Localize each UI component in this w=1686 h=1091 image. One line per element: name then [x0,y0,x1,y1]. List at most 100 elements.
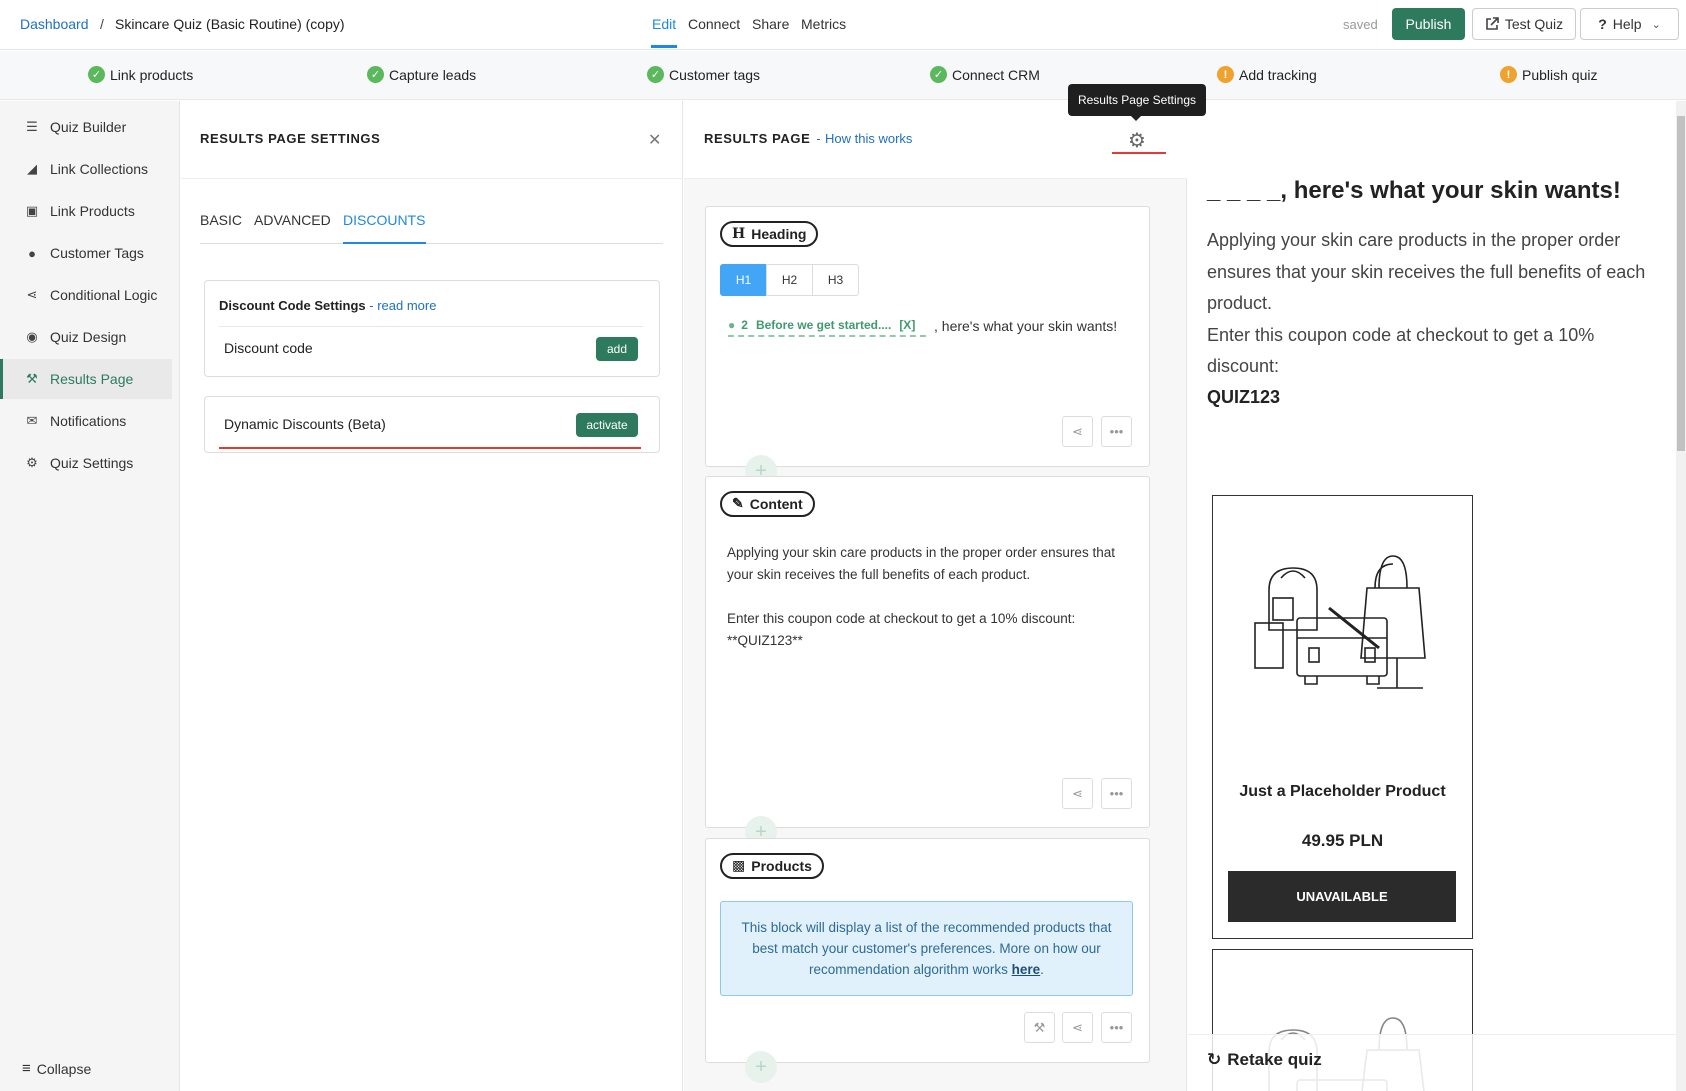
gear-icon[interactable]: ⚙ [1128,128,1146,153]
breadcrumb-dashboard-link[interactable]: Dashboard [20,16,89,32]
heading-level-h1[interactable]: H1 [720,264,767,296]
checklist-item-capture-leads[interactable]: ✓ Capture leads [367,66,476,83]
more-options-icon[interactable]: ••• [1101,1012,1132,1043]
sidebar-item-link-collections[interactable]: ◢ Link Collections [0,149,172,189]
publish-label: Publish [1405,16,1452,32]
tab-connect[interactable]: Connect [688,16,740,32]
dynamic-discounts-label: Dynamic Discounts (Beta) [224,416,386,432]
heading-level-h2[interactable]: H2 [766,264,813,296]
sidebar-item-notifications[interactable]: ✉ Notifications [0,401,172,441]
algorithm-info-link[interactable]: here [1012,962,1041,977]
gear-icon: ⚙ [26,455,38,470]
products-block-label: ▩ Products [720,853,824,879]
add-block-icon[interactable]: + [745,1051,777,1083]
sidebar-item-link-products[interactable]: ▣ Link Products [0,191,172,231]
close-icon[interactable]: ✕ [648,130,661,150]
activate-dynamic-discounts-button[interactable]: activate [576,413,638,437]
divider [219,326,643,327]
tab-advanced[interactable]: ADVANCED [254,212,331,228]
content-pill-text: Content [749,496,803,512]
checklist-item-customer-tags[interactable]: ✓ Customer tags [647,66,760,83]
sidebar-item-customer-tags[interactable]: ● Customer Tags [0,233,172,273]
sidebar-item-quiz-settings[interactable]: ⚙ Quiz Settings [0,443,172,483]
checklist-label: Link products [110,66,194,83]
products-pill-text: Products [751,858,812,874]
remove-variable-button[interactable]: [X] [899,318,915,332]
retake-quiz-button[interactable]: ↻ Retake quiz [1207,1050,1322,1070]
unavailable-button[interactable]: UNAVAILABLE [1228,871,1456,922]
quiz-title: Skincare Quiz (Basic Routine) (copy) [115,16,345,32]
heading-level-h3[interactable]: H3 [812,264,859,296]
tabs-baseline [200,243,663,244]
tab-basic[interactable]: BASIC [200,212,242,228]
how-this-works-link[interactable]: How this works [825,131,912,146]
products-info-box: This block will display a list of the re… [720,901,1133,996]
checklist-label: Capture leads [389,66,477,83]
test-quiz-button[interactable]: Test Quiz [1472,8,1576,40]
heading-icon: H [732,226,746,242]
checklist-label: Connect CRM [952,66,1040,83]
checklist-item-link-products[interactable]: ✓ Link products [88,66,193,83]
product-price: 49.95 PLN [1301,831,1384,850]
tab-discounts[interactable]: DISCOUNTS [343,212,425,228]
chevron-down-icon: ⌄ [1651,18,1661,31]
scrollbar-thumb[interactable] [1677,116,1685,451]
wrench-icon[interactable]: ⚒ [1024,1012,1055,1043]
product-name: Just a Placeholder Product [1239,783,1446,800]
tab-share[interactable]: Share [752,16,789,32]
read-more-link[interactable]: read more [377,298,436,313]
retake-quiz-label: Retake quiz [1227,1050,1322,1069]
checklist-item-connect-crm[interactable]: ✓ Connect CRM [930,66,1040,83]
check-circle-icon: ✓ [930,66,947,83]
more-options-icon[interactable]: ••• [1101,778,1132,809]
block-logic-icon[interactable]: ⋖ [1062,1012,1093,1043]
sidebar-item-label: Link Products [50,203,135,219]
user-icon: ● [28,245,36,261]
highlight-underline [219,447,641,449]
checklist-label: Customer tags [669,66,761,83]
answer-variable-chip[interactable]: ● 2 Before we get started.... [X] [728,318,926,337]
breadcrumb-separator: / [100,16,104,32]
publish-button[interactable]: Publish [1392,8,1465,40]
collapse-icon: ≡ [22,1060,31,1077]
sidebar-item-conditional-logic[interactable]: ⋖ Conditional Logic [0,275,172,315]
edit-icon: ✎ [732,496,744,512]
preview-content: Applying your skin care products in the … [1207,225,1662,383]
heading-pill-text: Heading [751,226,807,242]
envelope-icon: ✉ [26,413,38,428]
block-logic-icon[interactable]: ⋖ [1062,416,1093,447]
discount-code-label: Discount code [224,340,313,356]
help-button[interactable]: ? Help ⌄ [1580,8,1679,40]
heading-block-label: H Heading [720,221,819,247]
checklist-item-publish-quiz[interactable]: ! Publish quiz [1500,66,1598,83]
tab-metrics[interactable]: Metrics [801,16,846,32]
checklist-label: Publish quiz [1522,66,1598,83]
checklist-item-add-tracking[interactable]: ! Add tracking [1217,66,1317,83]
branch-icon: ⋖ [26,287,38,302]
droplet-icon: ◉ [26,329,38,344]
tooltip-arrow [1130,115,1142,121]
sidebar-item-quiz-design[interactable]: ◉ Quiz Design [0,317,172,357]
product-image [1254,555,1426,689]
warning-circle-icon: ! [1500,66,1517,83]
sidebar-item-quiz-builder[interactable]: ☰ Quiz Builder [0,107,172,147]
info-text-end: . [1040,962,1044,977]
add-discount-code-button[interactable]: add [596,337,638,361]
sidebar-item-label: Results Page [50,371,134,387]
sidebar-item-label: Conditional Logic [50,287,158,303]
sidebar-item-label: Quiz Design [50,329,127,345]
info-text: This block will display a list of the re… [741,920,1112,977]
content-text[interactable]: Applying your skin care products in the … [727,542,1127,652]
discount-code-settings-title: Discount Code Settings - read more [219,298,436,313]
content-block[interactable] [705,476,1150,828]
block-logic-icon[interactable]: ⋖ [1062,778,1093,809]
more-options-icon[interactable]: ••• [1101,416,1132,447]
preview-paragraph: Enter this coupon code at checkout to ge… [1207,324,1595,377]
heading-text[interactable]: , here's what your skin wants! [934,318,1117,334]
tab-edit[interactable]: Edit [652,16,676,32]
collapse-sidebar-button[interactable]: ≡ Collapse [22,1060,91,1077]
check-circle-icon: ✓ [88,66,105,83]
active-tab-indicator [343,242,426,244]
sidebar-item-results-page[interactable]: ⚒ Results Page [0,359,172,399]
title-separator: - [816,131,822,146]
